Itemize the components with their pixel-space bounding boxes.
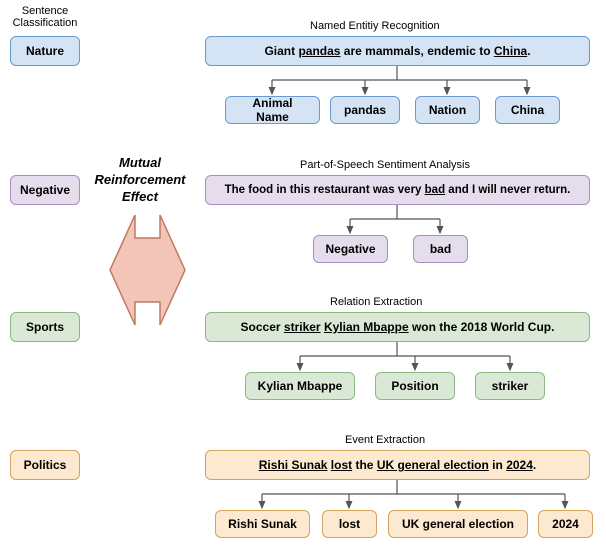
pos-e2: bad [413,235,468,263]
mre-arrow-icon [110,215,185,325]
ee-e1: Rishi Sunak [215,510,310,538]
re-e1: Kylian Mbappe [245,372,355,400]
ee-title: Event Extraction [345,434,425,446]
ee-sentence: Rishi Sunak lost the UK general election… [205,450,590,480]
ee-sent-text: Rishi Sunak lost the UK general election… [259,458,536,472]
ner-e4: China [495,96,560,124]
pos-sentence: The food in this restaurant was very bad… [205,175,590,205]
re-title: Relation Extraction [330,296,422,308]
ner-sentence: Giant pandas are mammals, endemic to Chi… [205,36,590,66]
pos-e1: Negative [313,235,388,263]
re-e2: Position [375,372,455,400]
ner-e3: Nation [415,96,480,124]
pos-sent-text: The food in this restaurant was very bad… [225,184,571,196]
ner-sent-text: Giant pandas are mammals, endemic to Chi… [264,44,530,58]
re-sentence: Soccer striker Kylian Mbappe won the 201… [205,312,590,342]
mre-label: Mutual Reinforcement Effect [85,155,195,206]
classify-negative: Negative [10,175,80,205]
classify-sports: Sports [10,312,80,342]
re-e3: striker [475,372,545,400]
ner-e1: Animal Name [225,96,320,124]
re-sent-text: Soccer striker Kylian Mbappe won the 201… [241,320,555,334]
ee-e4: 2024 [538,510,593,538]
ee-e3: UK general election [388,510,528,538]
classify-politics: Politics [10,450,80,480]
pos-title: Part-of-Speech Sentiment Analysis [300,159,470,171]
ee-e2: lost [322,510,377,538]
classify-nature: Nature [10,36,80,66]
ner-title: Named Entitiy Recognition [310,20,440,32]
ner-e2: pandas [330,96,400,124]
sentence-classification-header: Sentence Classification [5,5,85,29]
